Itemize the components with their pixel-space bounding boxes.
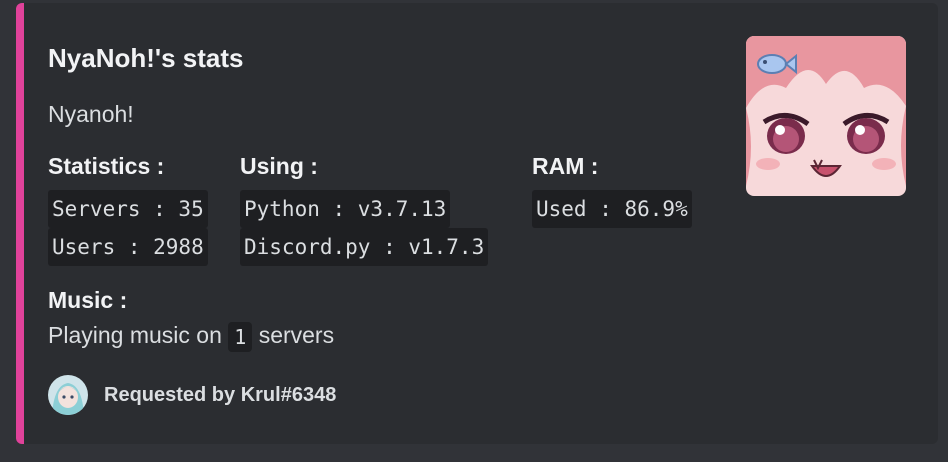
footer-requested-by: Requested by Krul#6348: [104, 383, 337, 406]
user-avatar-icon: [48, 375, 88, 415]
embed-footer: Requested by Krul#6348: [48, 375, 336, 415]
anime-girl-icon: [746, 36, 906, 196]
field-statistics-name: Statistics :: [48, 153, 165, 179]
code-ram-used: Used : 86.9%: [532, 190, 692, 228]
music-prefix: Playing music on: [48, 322, 222, 349]
music-value: Playing music on 1 servers: [48, 322, 334, 352]
field-ram-name: RAM :: [532, 153, 599, 179]
code-servers: Servers : 35: [48, 190, 208, 228]
embed-description: Nyanoh!: [48, 101, 134, 127]
field-ram: RAM : Used : 86.9%: [532, 153, 692, 228]
field-using-name: Using :: [240, 153, 318, 179]
thumbnail-anime-girl-icon[interactable]: [746, 36, 906, 196]
code-discordpy-version: Discord.py : v1.7.3: [240, 228, 489, 266]
music-suffix: servers: [258, 322, 335, 349]
code-python-version: Python : v3.7.13: [240, 190, 451, 228]
embed-title: NyaNoh!'s stats: [48, 43, 244, 73]
stats-embed: NyaNoh!'s stats Nyanoh! Statistics : Ser…: [16, 3, 938, 444]
code-users: Users : 2988: [48, 228, 208, 266]
footer-avatar-icon[interactable]: [48, 375, 88, 415]
music-server-count: 1: [228, 322, 253, 352]
field-music: Music : Playing music on 1 servers: [48, 287, 334, 352]
field-using: Using : Python : v3.7.13 Discord.py : v1…: [240, 153, 489, 266]
field-music-name: Music :: [48, 287, 128, 313]
embed-accent-bar: [16, 3, 24, 444]
field-statistics: Statistics : Servers : 35 Users : 2988: [48, 153, 208, 266]
